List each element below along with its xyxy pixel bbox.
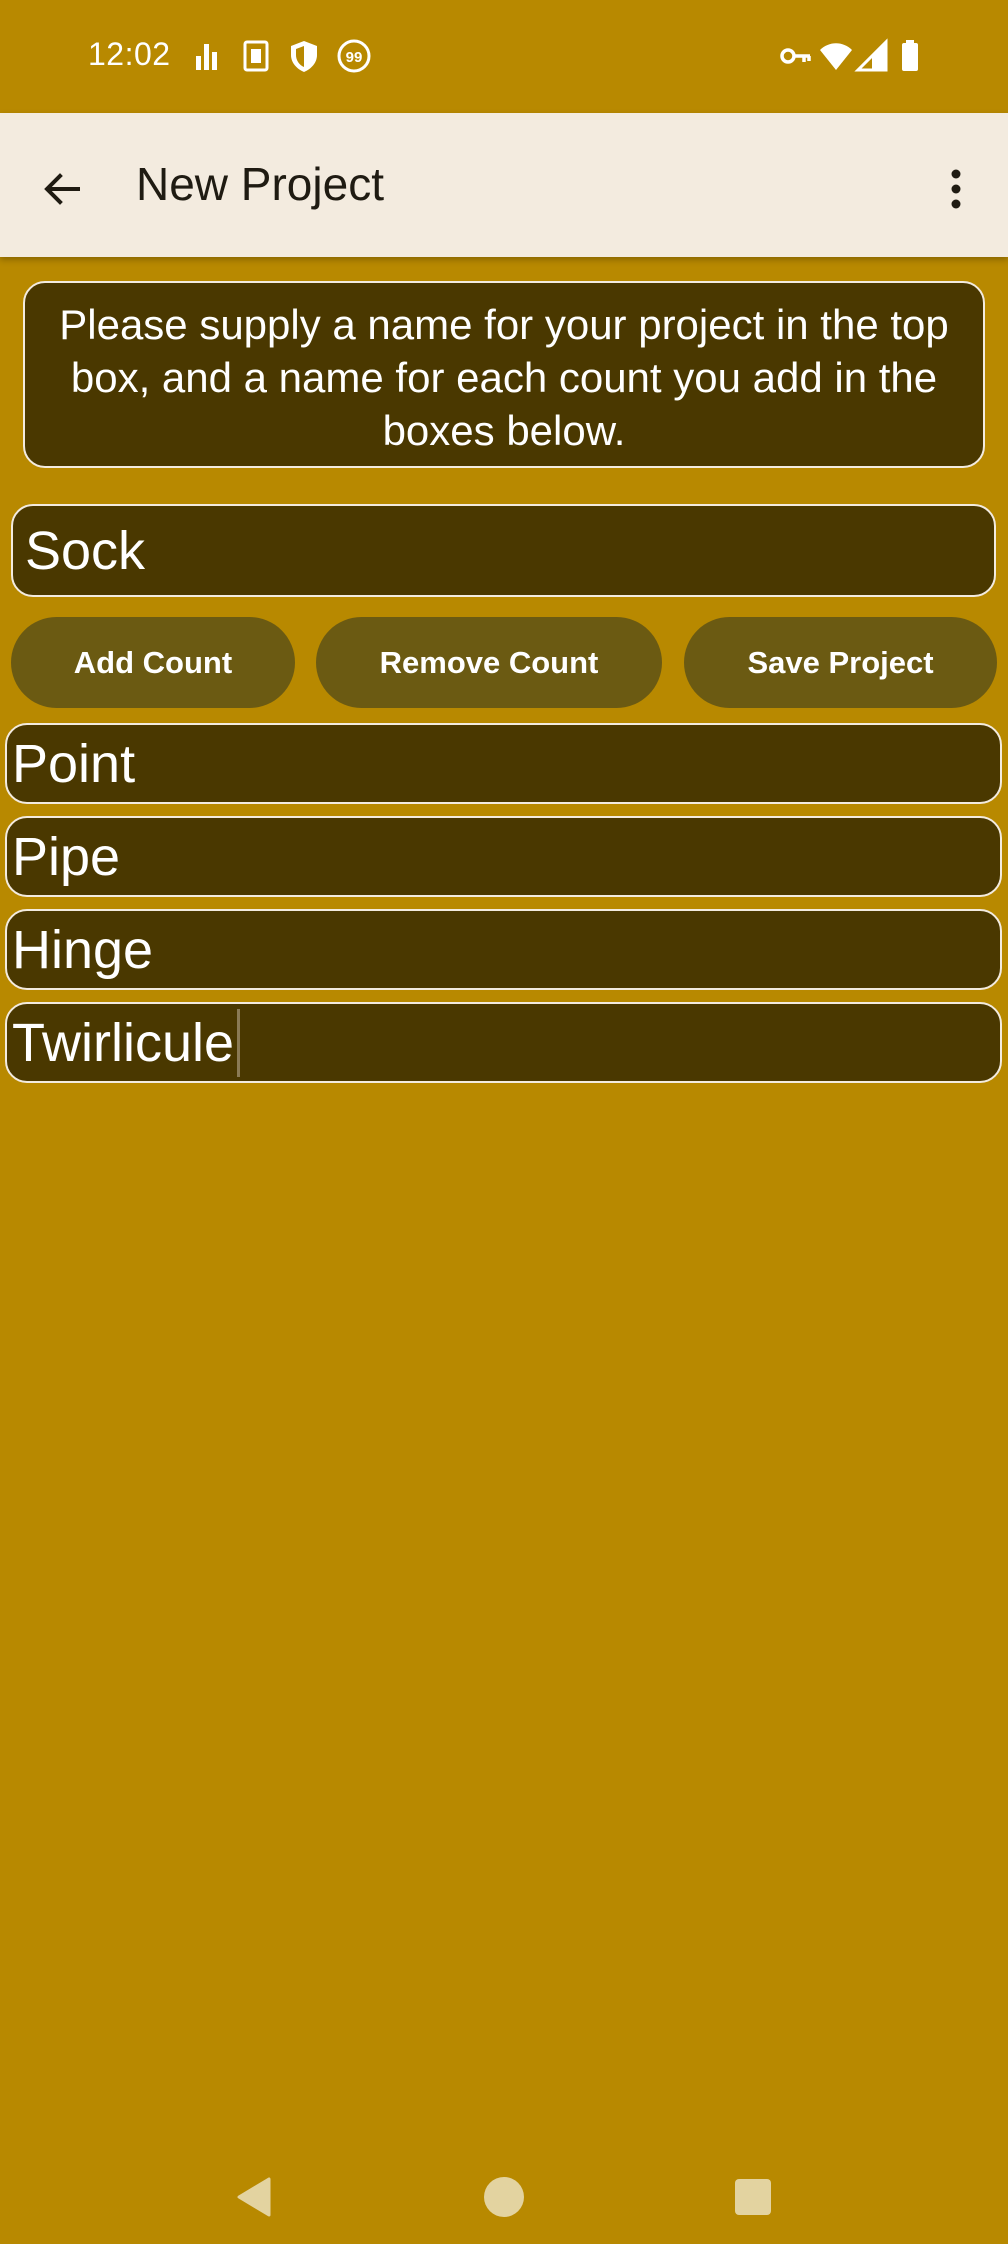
count-name-input[interactable]: Pipe: [5, 816, 1002, 897]
instructions-text: Please supply a name for your project in…: [23, 281, 985, 468]
save-project-button[interactable]: Save Project: [684, 617, 997, 708]
count-name-value: Point: [12, 733, 136, 794]
notification-99-icon: 99: [337, 39, 371, 73]
battery-icon: [902, 40, 918, 71]
back-button[interactable]: [28, 155, 96, 223]
signal-bars-icon: [196, 44, 217, 70]
count-name-value: Twirlicule: [12, 1012, 235, 1073]
status-bar: 12:02 99: [0, 0, 1008, 113]
overflow-menu-button[interactable]: [936, 155, 976, 223]
project-name-input[interactable]: Sock: [11, 504, 996, 597]
remove-count-button[interactable]: Remove Count: [316, 617, 662, 708]
arrow-back-icon: [44, 173, 80, 205]
status-time: 12:02: [88, 36, 171, 72]
cell-signal-icon: [854, 38, 888, 72]
nav-back-icon: [237, 2177, 271, 2217]
page-title: New Project: [136, 158, 384, 210]
sim-card-icon: [243, 40, 269, 72]
count-name-input[interactable]: Point: [5, 723, 1002, 804]
nav-home-icon: [484, 2177, 524, 2217]
screen: 12:02 99 New Project Please supply a nam…: [0, 0, 1008, 2244]
add-count-button[interactable]: Add Count: [11, 617, 295, 708]
nav-recents-button[interactable]: [720, 2164, 786, 2230]
project-name-value: Sock: [25, 520, 146, 581]
wifi-icon: [820, 43, 852, 70]
count-name-input[interactable]: Hinge: [5, 909, 1002, 990]
app-bar: New Project: [0, 113, 1008, 257]
more-vert-icon: [951, 169, 961, 209]
count-name-value: Pipe: [12, 826, 121, 887]
navigation-bar: [0, 2124, 1008, 2244]
count-name-value: Hinge: [12, 919, 154, 980]
text-cursor: [237, 1008, 241, 1077]
nav-back-button[interactable]: [222, 2164, 288, 2230]
svg-text:99: 99: [346, 49, 363, 66]
shield-icon: [291, 41, 317, 72]
nav-home-button[interactable]: [471, 2164, 537, 2230]
nav-recents-icon: [735, 2179, 771, 2215]
count-name-input[interactable]: Twirlicule: [5, 1002, 1002, 1083]
vpn-key-icon: [780, 48, 811, 64]
